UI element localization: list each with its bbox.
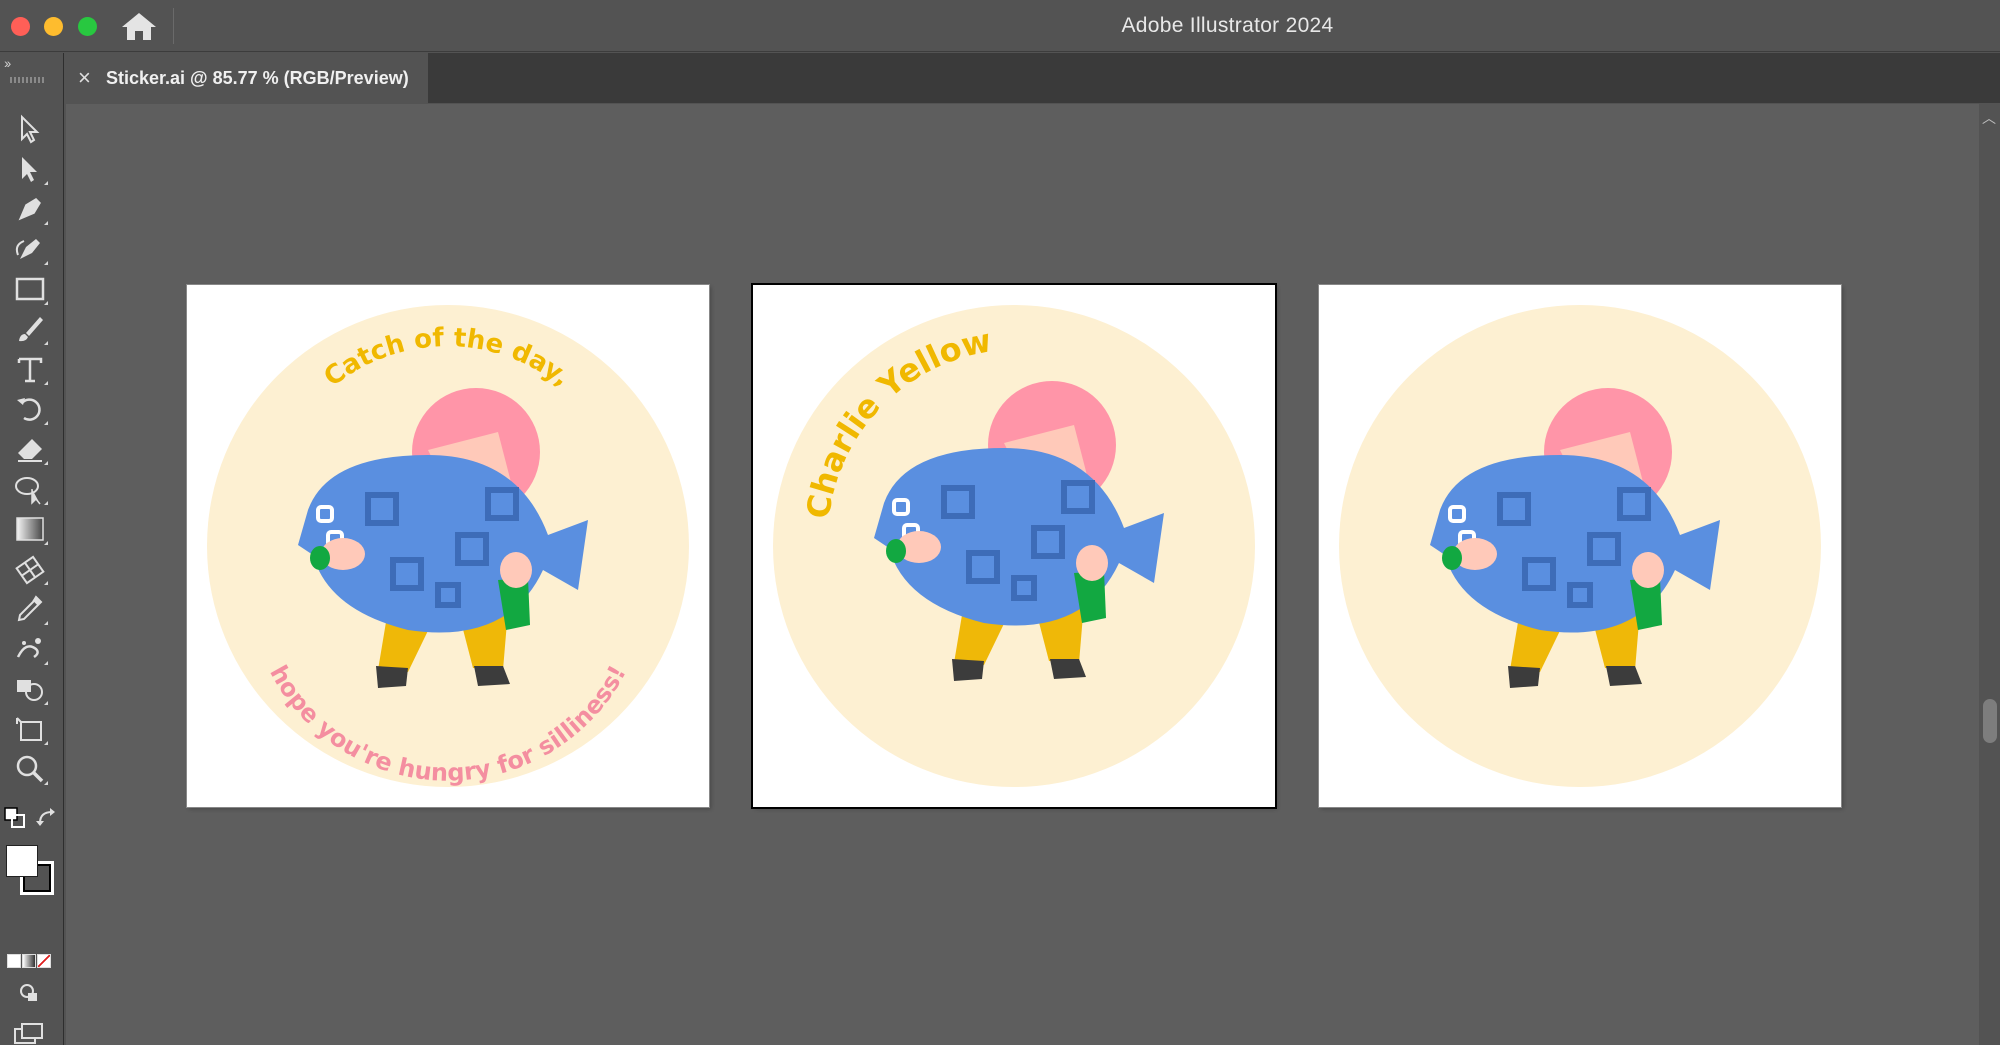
sticker-3	[1339, 305, 1821, 787]
swap-fill-stroke-button[interactable]	[34, 805, 60, 831]
tools-panel: ››	[0, 53, 64, 1045]
tab-close-icon[interactable]: ×	[78, 65, 91, 91]
paintbrush-tool[interactable]	[10, 311, 50, 347]
rectangle-tool[interactable]	[10, 271, 50, 307]
fill-swatch[interactable]	[6, 845, 38, 877]
sticker-1: Catch of the day, hope you're hungry for…	[207, 305, 689, 787]
canvas-area[interactable]: Catch of the day, hope you're hungry for…	[66, 104, 1979, 1045]
screen-mode-button[interactable]	[12, 1021, 46, 1045]
draw-mode-button[interactable]	[14, 980, 44, 1006]
eraser-tool[interactable]	[10, 431, 50, 467]
selection-tool-icon	[21, 114, 40, 144]
document-tab-bar: × Sticker.ai @ 85.77 % (RGB/Preview)	[66, 53, 2000, 103]
shape-builder-tool[interactable]	[10, 671, 50, 707]
selection-tool[interactable]	[10, 111, 50, 147]
artboard-2[interactable]: Charlie Yellow	[753, 285, 1275, 807]
default-fill-stroke-icon	[4, 807, 25, 828]
gradient-tool[interactable]	[10, 511, 50, 547]
fill-stroke-swatches[interactable]	[2, 841, 58, 901]
artboard-3[interactable]	[1319, 285, 1841, 807]
draw-mode-icon	[20, 984, 37, 1001]
title-bar: Adobe Illustrator 2024	[0, 0, 2000, 52]
swap-arrow-icon	[36, 808, 55, 826]
zoom-tool[interactable]	[10, 751, 50, 787]
pen-tool[interactable]	[10, 191, 50, 227]
none-button[interactable]	[37, 954, 51, 968]
color-button[interactable]	[7, 954, 21, 968]
collapse-panel-icon[interactable]: ››	[4, 55, 11, 71]
rotate-tool[interactable]	[10, 391, 50, 427]
scroll-up-icon[interactable]: ︿	[1982, 108, 1996, 128]
lasso-tool[interactable]	[10, 471, 50, 507]
default-fill-stroke-button[interactable]	[2, 805, 28, 831]
panel-grip[interactable]	[10, 77, 44, 83]
screen-mode-icon	[14, 1023, 43, 1044]
tab-label: Sticker.ai @ 85.77 % (RGB/Preview)	[106, 68, 409, 88]
app-title: Adobe Illustrator 2024	[1121, 14, 1334, 37]
symbol-sprayer-tool[interactable]	[10, 631, 50, 667]
curvature-tool[interactable]	[10, 231, 50, 267]
artboard-tool[interactable]	[10, 711, 50, 747]
scrollbar-thumb[interactable]	[1983, 699, 1997, 743]
type-tool[interactable]	[10, 351, 50, 387]
gradient-button[interactable]	[22, 954, 36, 968]
sticker-2: Charlie Yellow	[773, 305, 1255, 787]
eyedropper-tool[interactable]	[10, 591, 50, 627]
direct-selection-tool[interactable]	[10, 151, 50, 187]
mesh-tool[interactable]	[10, 551, 50, 587]
artboard-1[interactable]: Catch of the day, hope you're hungry for…	[187, 285, 709, 807]
document-tab[interactable]: × Sticker.ai @ 85.77 % (RGB/Preview)	[66, 53, 428, 103]
color-mode-buttons	[7, 954, 53, 968]
vertical-scrollbar[interactable]: ︿	[1979, 104, 2000, 1045]
